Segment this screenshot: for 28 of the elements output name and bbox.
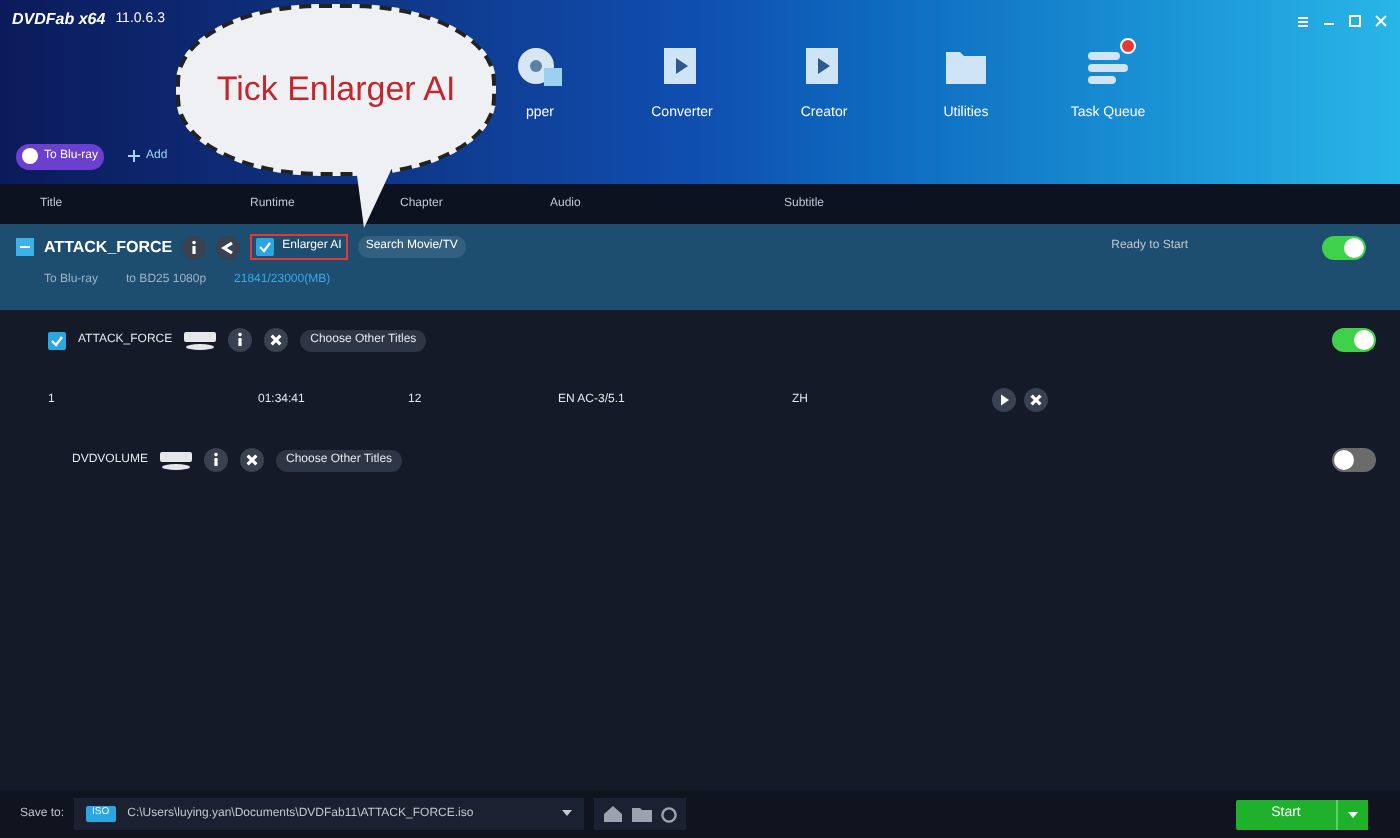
menu-icon[interactable]	[1296, 13, 1310, 27]
disc-logo-icon	[184, 331, 217, 349]
maximize-icon[interactable]	[1348, 13, 1362, 27]
refresh-icon[interactable]	[660, 805, 679, 823]
disc-logo-icon	[160, 451, 193, 469]
toggle-switch[interactable]	[1332, 328, 1376, 352]
house-icon[interactable]	[602, 804, 625, 824]
callout-text: Tick Enlarger AI	[216, 68, 456, 113]
folder-icon[interactable]	[632, 806, 653, 822]
checkbox[interactable]	[48, 331, 66, 349]
module-icon	[516, 44, 564, 88]
toggle-switch[interactable]	[1332, 448, 1376, 472]
close-icon[interactable]	[264, 328, 289, 352]
back-icon[interactable]	[216, 235, 241, 259]
close-icon[interactable]	[1024, 388, 1048, 412]
start-options-button[interactable]	[1336, 799, 1368, 829]
task-title: ATTACK_FORCE	[44, 235, 173, 259]
caret-icon	[1348, 811, 1358, 817]
app-logo: DVDFab x64	[12, 8, 106, 32]
play-icon[interactable]	[992, 388, 1016, 412]
info-icon[interactable]	[228, 328, 253, 352]
toggle-switch[interactable]	[1322, 235, 1366, 259]
info-icon[interactable]	[204, 448, 229, 472]
dropdown-icon[interactable]	[562, 810, 573, 818]
checkbox[interactable]	[256, 238, 275, 256]
plus-icon	[128, 150, 141, 162]
close-icon[interactable]	[240, 448, 265, 472]
info-icon[interactable]	[182, 235, 207, 259]
